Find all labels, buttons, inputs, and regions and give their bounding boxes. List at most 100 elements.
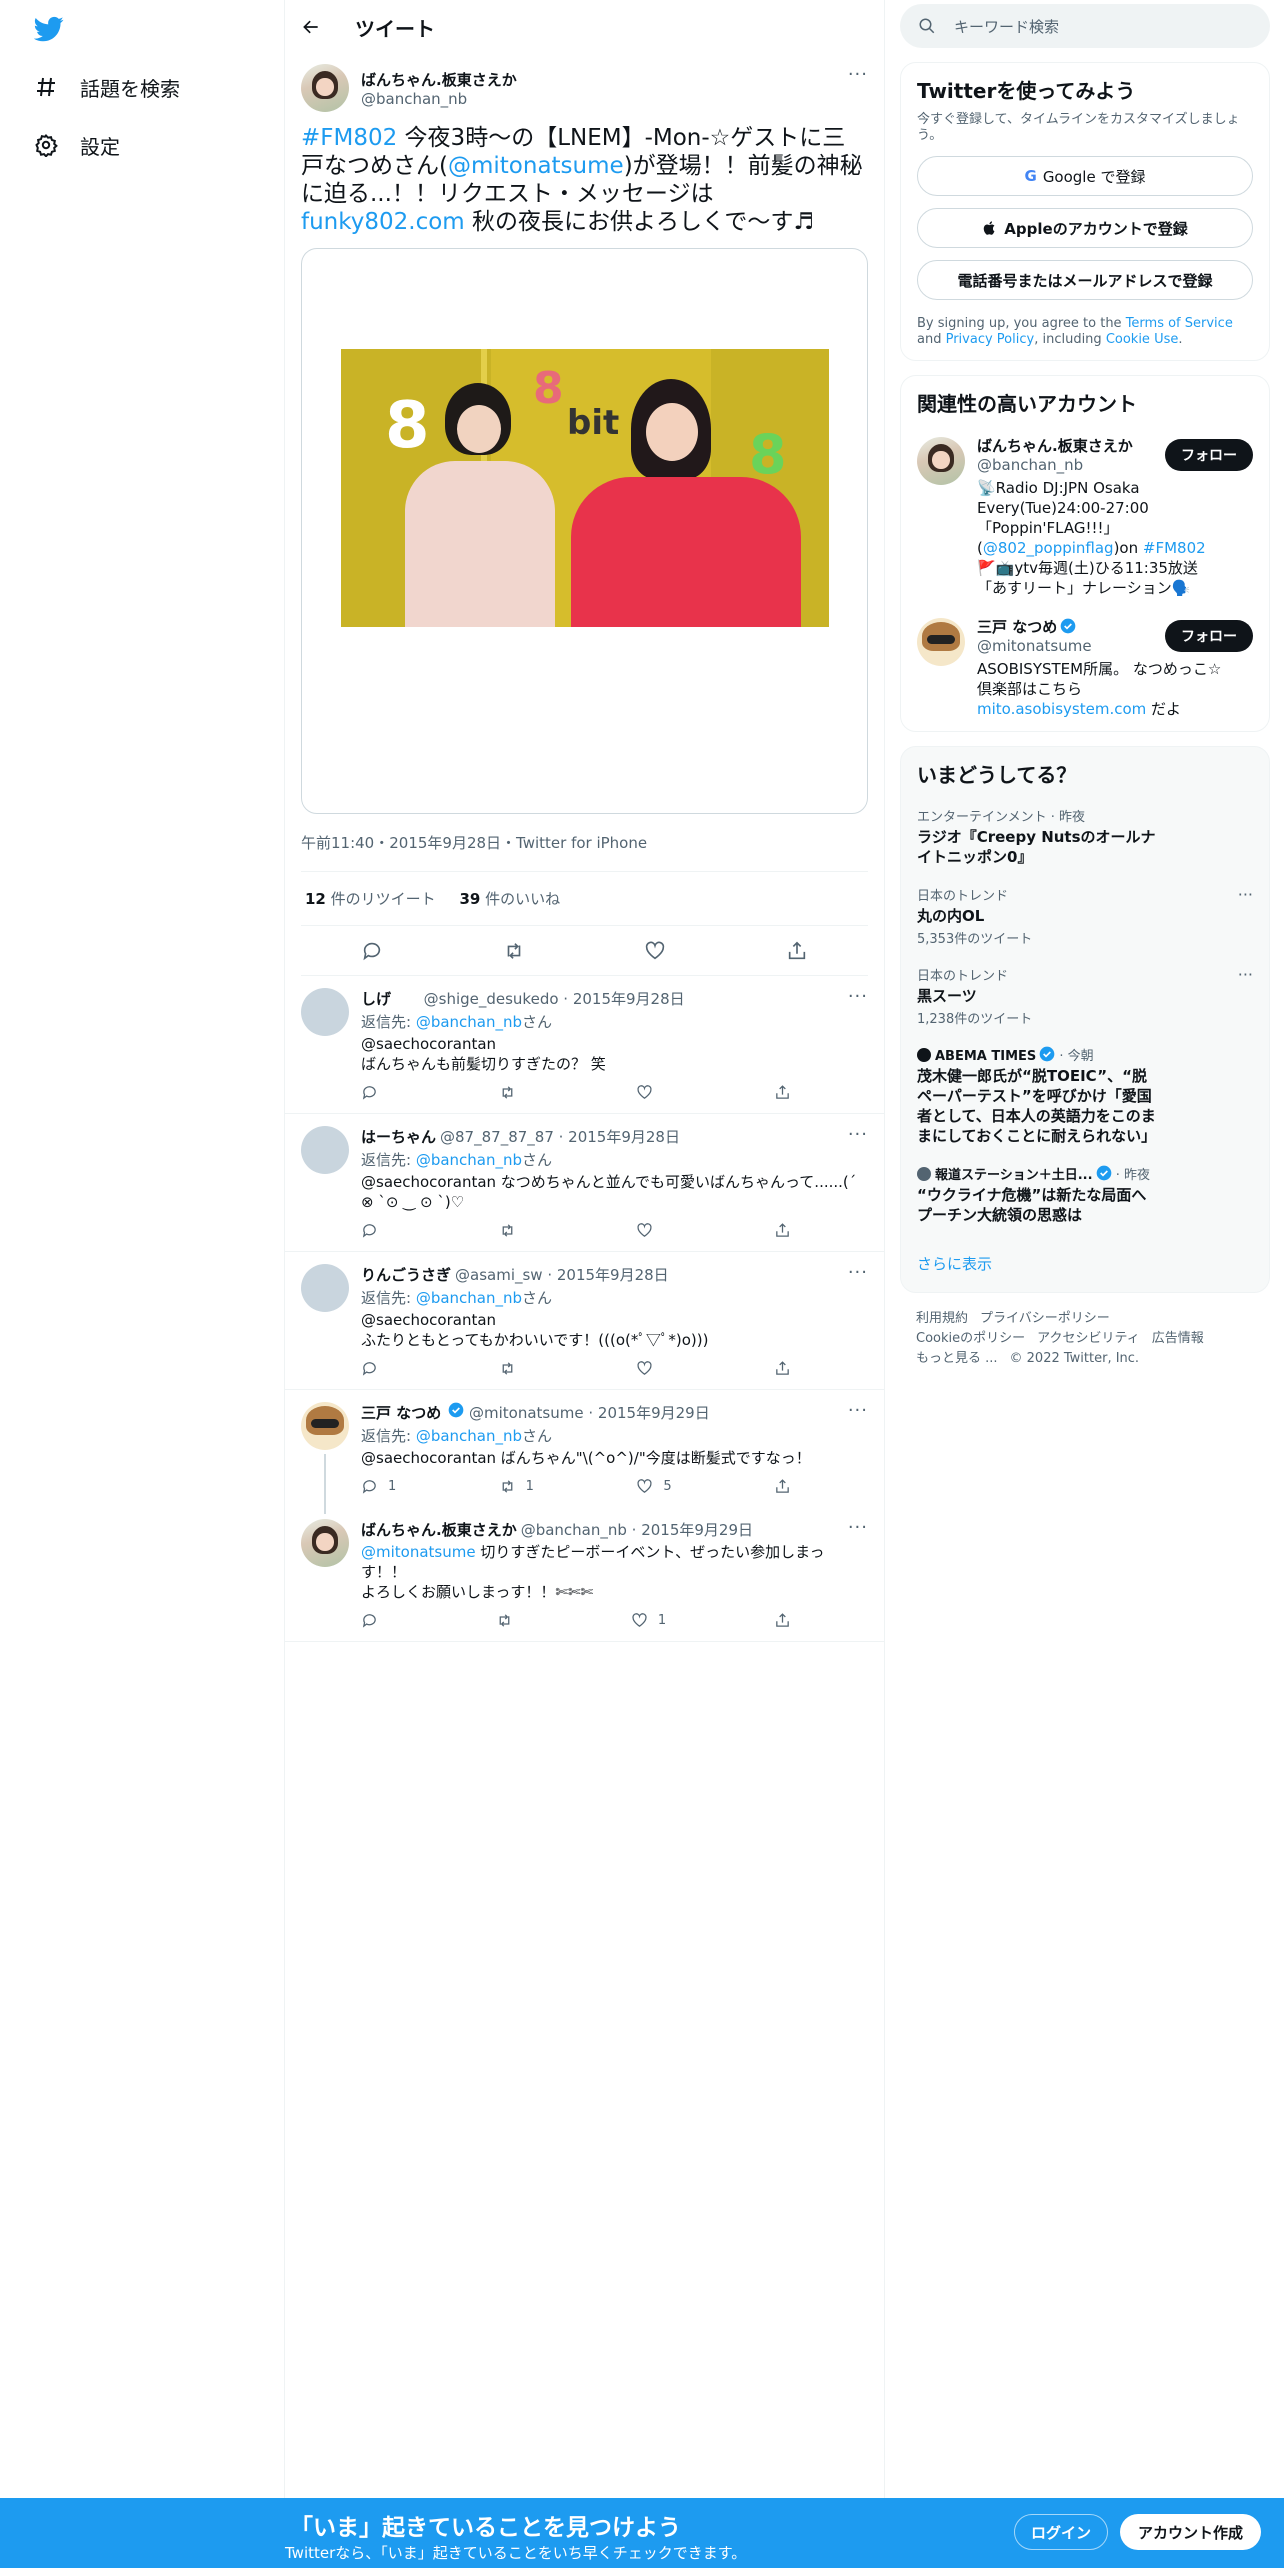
- reply-to-link[interactable]: @banchan_nb: [416, 1151, 522, 1169]
- share-icon[interactable]: [774, 1360, 801, 1377]
- mention-link[interactable]: @802_poppinflag: [983, 539, 1114, 557]
- mention-link[interactable]: @mitonatsume: [361, 1543, 476, 1561]
- search-bar[interactable]: キーワード検索: [900, 4, 1270, 48]
- footer-terms-link[interactable]: 利用規約: [916, 1311, 968, 1326]
- tweet-photo[interactable]: 8 8 bit 8: [341, 349, 829, 627]
- reply-icon[interactable]: [361, 1612, 388, 1629]
- footer-privacy-link[interactable]: プライバシーポリシー: [980, 1311, 1110, 1326]
- more-icon[interactable]: ···: [1238, 965, 1253, 984]
- like-icon[interactable]: [636, 1084, 663, 1101]
- like-icon[interactable]: [636, 1222, 663, 1239]
- avatar[interactable]: [301, 1126, 349, 1174]
- follow-button[interactable]: フォロー: [1165, 620, 1253, 652]
- trend-item[interactable]: 報道ステーション＋土日... · 昨夜 “ウクライナ危機”は新たな局面へ プーチ…: [917, 1164, 1253, 1225]
- privacy-link[interactable]: Privacy Policy: [946, 332, 1035, 347]
- retweet-icon[interactable]: [496, 1612, 523, 1629]
- show-more-link[interactable]: さらに表示: [917, 1253, 1253, 1274]
- retweet-icon[interactable]: [503, 940, 525, 962]
- mention-link[interactable]: @mitonatsume: [448, 153, 624, 179]
- trend-item[interactable]: ABEMA TIMES · 今朝 茂木健一郎氏が“脱TOEIC”、“脱ペーパーテ…: [917, 1045, 1253, 1146]
- retweet-icon[interactable]: 1: [499, 1478, 534, 1495]
- reply-icon[interactable]: 1: [361, 1478, 396, 1495]
- more-icon[interactable]: ···: [848, 986, 868, 1007]
- reply-handle[interactable]: @mitonatsume · 2015年9月29日: [469, 1402, 710, 1423]
- reply-icon[interactable]: [361, 940, 383, 962]
- like-count[interactable]: 39 件のいいね: [460, 890, 561, 908]
- login-button[interactable]: ログイン: [1014, 2514, 1109, 2550]
- reply-icon[interactable]: [361, 1084, 388, 1101]
- reply-to-link[interactable]: @banchan_nb: [416, 1013, 522, 1031]
- related-account[interactable]: ばんちゃん.板東さえか @banchan_nb 📡Radio DJ:JPN Os…: [917, 435, 1253, 598]
- avatar[interactable]: [301, 1264, 349, 1312]
- like-icon[interactable]: 5: [636, 1478, 672, 1495]
- avatar[interactable]: [301, 988, 349, 1036]
- avatar[interactable]: [917, 437, 965, 485]
- like-icon[interactable]: [644, 940, 666, 962]
- footer-cookie-link[interactable]: Cookieのポリシー: [916, 1331, 1025, 1346]
- more-icon[interactable]: ···: [848, 1517, 868, 1538]
- twitter-logo-icon[interactable]: [34, 14, 64, 44]
- more-icon[interactable]: ···: [848, 1124, 868, 1145]
- reply-author-name[interactable]: りんごうさぎ: [361, 1264, 451, 1285]
- reply-handle[interactable]: @asami_sw · 2015年9月28日: [455, 1264, 669, 1285]
- more-icon[interactable]: ···: [1238, 885, 1253, 904]
- trend-item[interactable]: ··· 日本のトレンド 丸の内OL 5,353件のツイート: [917, 885, 1253, 947]
- reply-author-name[interactable]: 三戸 なつめ: [361, 1402, 441, 1423]
- cookie-link[interactable]: Cookie Use: [1106, 332, 1179, 347]
- share-icon[interactable]: [774, 1612, 801, 1629]
- signup-button[interactable]: アカウント作成: [1120, 2514, 1262, 2550]
- reply-author-name[interactable]: しげ: [361, 988, 391, 1009]
- avatar[interactable]: [301, 1519, 349, 1567]
- footer-accessibility-link[interactable]: アクセシビリティ: [1037, 1331, 1140, 1346]
- phone-email-signup-button[interactable]: 電話番号またはメールアドレスで登録: [917, 260, 1253, 300]
- avatar[interactable]: [301, 1402, 349, 1450]
- back-arrow-icon[interactable]: [301, 17, 321, 37]
- trend-item[interactable]: ··· 日本のトレンド 黒スーツ 1,238件のツイート: [917, 965, 1253, 1027]
- retweet-icon[interactable]: [499, 1222, 526, 1239]
- tweet-timestamp[interactable]: 午前11:40・2015年9月28日・Twitter for iPhone: [301, 832, 868, 872]
- reply-to-link[interactable]: @banchan_nb: [416, 1427, 522, 1445]
- reply-item[interactable]: ··· 三戸 なつめ @mitonatsume · 2015年9月29日 返信先…: [285, 1390, 884, 1514]
- reply-icon[interactable]: [361, 1360, 388, 1377]
- share-icon[interactable]: [774, 1222, 801, 1239]
- reply-to-link[interactable]: @banchan_nb: [416, 1289, 522, 1307]
- more-icon[interactable]: ···: [848, 64, 868, 85]
- tweet-media[interactable]: 8 8 bit 8: [301, 248, 868, 814]
- more-icon[interactable]: ···: [848, 1400, 868, 1421]
- trend-item[interactable]: エンターテインメント · 昨夜 ラジオ『Creepy Nutsのオールナイトニッ…: [917, 806, 1253, 867]
- search-input[interactable]: キーワード検索: [954, 16, 1059, 37]
- reply-item[interactable]: ··· りんごうさぎ @asami_sw · 2015年9月28日 返信先: @b…: [285, 1252, 884, 1390]
- share-icon[interactable]: [774, 1084, 801, 1101]
- more-icon[interactable]: ···: [848, 1262, 868, 1283]
- google-signup-button[interactable]: G Google で登録: [917, 156, 1253, 196]
- share-icon[interactable]: [786, 940, 808, 962]
- url-link[interactable]: funky802.com: [301, 209, 465, 235]
- reply-item[interactable]: ··· しげ @shige_desukedo · 2015年9月28日 返信先:…: [285, 976, 884, 1114]
- reply-author-name[interactable]: はーちゃん: [361, 1126, 436, 1147]
- author-name[interactable]: ばんちゃん.板東さえか: [361, 69, 517, 90]
- related-account[interactable]: 三戸 なつめ @mitonatsume ASOBISYSTEM所属。 なつめっこ…: [917, 616, 1253, 719]
- nav-settings[interactable]: 設定: [34, 130, 120, 160]
- reply-item[interactable]: ··· はーちゃん @87_87_87_87 · 2015年9月28日 返信先: …: [285, 1114, 884, 1252]
- retweet-count[interactable]: 12 件のリツイート: [305, 890, 436, 908]
- footer-ads-link[interactable]: 広告情報: [1152, 1331, 1204, 1346]
- retweet-icon[interactable]: [499, 1084, 526, 1101]
- hashtag-link[interactable]: #FM802: [1143, 539, 1206, 557]
- like-icon[interactable]: 1: [631, 1612, 666, 1629]
- hashtag-link[interactable]: #FM802: [301, 125, 397, 151]
- reply-item[interactable]: ··· ばんちゃん.板東さえか @banchan_nb · 2015年9月29日 …: [285, 1507, 884, 1642]
- terms-link[interactable]: Terms of Service: [1126, 316, 1233, 331]
- reply-author-name[interactable]: ばんちゃん.板東さえか: [361, 1519, 517, 1540]
- nav-explore[interactable]: 話題を検索: [34, 72, 180, 102]
- reply-handle[interactable]: @shige_desukedo · 2015年9月28日: [424, 988, 685, 1009]
- reply-handle[interactable]: @banchan_nb · 2015年9月29日: [521, 1519, 753, 1540]
- apple-signup-button[interactable]: Appleのアカウントで登録: [917, 208, 1253, 248]
- reply-handle[interactable]: @87_87_87_87 · 2015年9月28日: [440, 1126, 680, 1147]
- avatar[interactable]: [301, 64, 349, 112]
- url-link[interactable]: mito.asobisystem.com: [977, 700, 1146, 718]
- follow-button[interactable]: フォロー: [1165, 439, 1253, 471]
- footer-more-link[interactable]: もっと見る ...: [916, 1351, 998, 1366]
- reply-icon[interactable]: [361, 1222, 388, 1239]
- like-icon[interactable]: [636, 1360, 663, 1377]
- retweet-icon[interactable]: [499, 1360, 526, 1377]
